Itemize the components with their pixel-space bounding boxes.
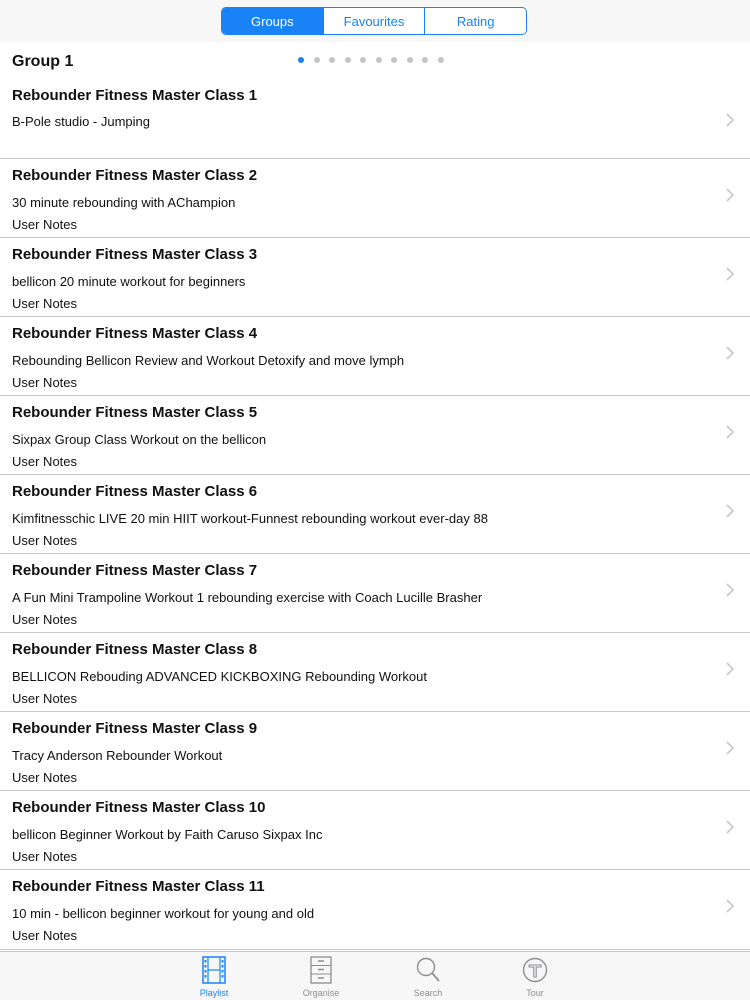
- tab-tour[interactable]: Tour: [500, 956, 570, 998]
- page-dot[interactable]: [406, 57, 413, 63]
- tab-label: Search: [413, 988, 443, 998]
- item-notes: User Notes: [12, 454, 78, 469]
- chevron-right-icon: [726, 113, 735, 127]
- item-subtitle: 30 minute rebounding with AChampion: [12, 195, 236, 210]
- chevron-right-icon: [726, 899, 735, 913]
- item-title: Rebounder Fitness Master Class 7: [12, 562, 258, 579]
- tab-organise[interactable]: Organise: [286, 956, 356, 998]
- tab-label: Playlist: [199, 988, 229, 998]
- item-subtitle: A Fun Mini Trampoline Workout 1 reboundi…: [12, 590, 483, 605]
- list-item[interactable]: Rebounder Fitness Master Class 9 Tracy A…: [0, 712, 750, 791]
- page-dot[interactable]: [391, 57, 397, 63]
- item-notes: User Notes: [12, 691, 78, 706]
- magnifier-icon: [416, 957, 440, 982]
- item-subtitle: bellicon Beginner Workout by Faith Carus…: [12, 827, 323, 842]
- top-bar: Groups Favourites Rating: [0, 0, 750, 42]
- item-subtitle: Kimfitnesschic LIVE 20 min HIIT workout-…: [12, 511, 488, 526]
- item-subtitle: Tracy Anderson Rebounder Workout: [12, 748, 223, 763]
- page-indicator[interactable]: [298, 57, 444, 63]
- group-title: Group 1: [12, 53, 74, 70]
- tab-search[interactable]: Search: [393, 956, 463, 998]
- item-notes: User Notes: [12, 375, 78, 390]
- page-dot[interactable]: [344, 57, 351, 63]
- tab-label: Tour: [526, 988, 544, 998]
- page-dot[interactable]: [422, 57, 428, 63]
- item-notes: User Notes: [12, 217, 78, 232]
- chevron-right-icon: [726, 504, 735, 518]
- tour-icon: [522, 957, 548, 983]
- page-dot[interactable]: [437, 57, 444, 63]
- page-dot[interactable]: [313, 57, 320, 63]
- page-dot[interactable]: [298, 57, 304, 63]
- chevron-right-icon: [726, 583, 735, 597]
- item-title: Rebounder Fitness Master Class 5: [12, 404, 258, 421]
- list-item[interactable]: Rebounder Fitness Master Class 7 A Fun M…: [0, 554, 750, 633]
- item-subtitle: Sixpax Group Class Workout on the bellic…: [12, 432, 267, 447]
- film-icon: [202, 956, 226, 984]
- item-title: Rebounder Fitness Master Class 6: [12, 483, 258, 500]
- list-item[interactable]: Rebounder Fitness Master Class 3 bellico…: [0, 238, 750, 317]
- page-dot[interactable]: [360, 57, 366, 63]
- segment-favourites[interactable]: Favourites: [322, 8, 425, 34]
- chevron-right-icon: [726, 188, 735, 202]
- item-subtitle: 10 min - bellicon beginner workout for y…: [12, 906, 315, 921]
- chevron-right-icon: [726, 425, 735, 439]
- item-title: Rebounder Fitness Master Class 4: [12, 325, 258, 342]
- item-title: Rebounder Fitness Master Class 3: [12, 246, 258, 263]
- item-title: Rebounder Fitness Master Class 11: [12, 878, 265, 895]
- item-subtitle: BELLICON Rebouding ADVANCED KICKBOXING R…: [12, 669, 427, 684]
- list-item[interactable]: Rebounder Fitness Master Class 1 B-Pole …: [0, 80, 750, 159]
- item-notes: User Notes: [12, 770, 78, 785]
- item-notes: User Notes: [12, 533, 78, 548]
- cabinet-icon: [310, 956, 332, 984]
- tab-label: Organise: [302, 988, 340, 998]
- page-dot[interactable]: [329, 57, 335, 63]
- segment-groups[interactable]: Groups: [222, 8, 323, 34]
- item-title: Rebounder Fitness Master Class 8: [12, 641, 258, 658]
- segmented-control: Groups Favourites Rating: [221, 7, 527, 35]
- item-notes: User Notes: [12, 612, 78, 627]
- chevron-right-icon: [726, 741, 735, 755]
- list-item[interactable]: Rebounder Fitness Master Class 6 Kimfitn…: [0, 475, 750, 554]
- list-item[interactable]: Rebounder Fitness Master Class 2 30 minu…: [0, 159, 750, 238]
- item-subtitle: Rebounding Bellicon Review and Workout D…: [12, 353, 405, 368]
- item-title: Rebounder Fitness Master Class 1: [12, 87, 258, 104]
- chevron-right-icon: [726, 820, 735, 834]
- item-title: Rebounder Fitness Master Class 2: [12, 167, 258, 184]
- item-notes: User Notes: [12, 928, 78, 943]
- chevron-right-icon: [726, 346, 735, 360]
- item-subtitle: B-Pole studio - Jumping: [12, 114, 151, 129]
- tab-playlist[interactable]: Playlist: [179, 956, 249, 998]
- page-dot[interactable]: [375, 57, 382, 63]
- item-subtitle: bellicon 20 minute workout for beginners: [12, 274, 246, 289]
- item-notes: User Notes: [12, 296, 78, 311]
- chevron-right-icon: [726, 662, 735, 676]
- list-item[interactable]: Rebounder Fitness Master Class 4 Rebound…: [0, 317, 750, 396]
- tab-bar: Playlist Organise Search Tour: [0, 951, 750, 1000]
- segment-rating[interactable]: Rating: [424, 8, 526, 34]
- list-item[interactable]: Rebounder Fitness Master Class 8 BELLICO…: [0, 633, 750, 712]
- item-title: Rebounder Fitness Master Class 10: [12, 799, 266, 816]
- item-notes: User Notes: [12, 849, 78, 864]
- list-item[interactable]: Rebounder Fitness Master Class 5 Sixpax …: [0, 396, 750, 475]
- list-item[interactable]: Rebounder Fitness Master Class 11 10 min…: [0, 870, 750, 950]
- item-title: Rebounder Fitness Master Class 9: [12, 720, 258, 737]
- list-item[interactable]: Rebounder Fitness Master Class 10 bellic…: [0, 791, 750, 870]
- chevron-right-icon: [726, 267, 735, 281]
